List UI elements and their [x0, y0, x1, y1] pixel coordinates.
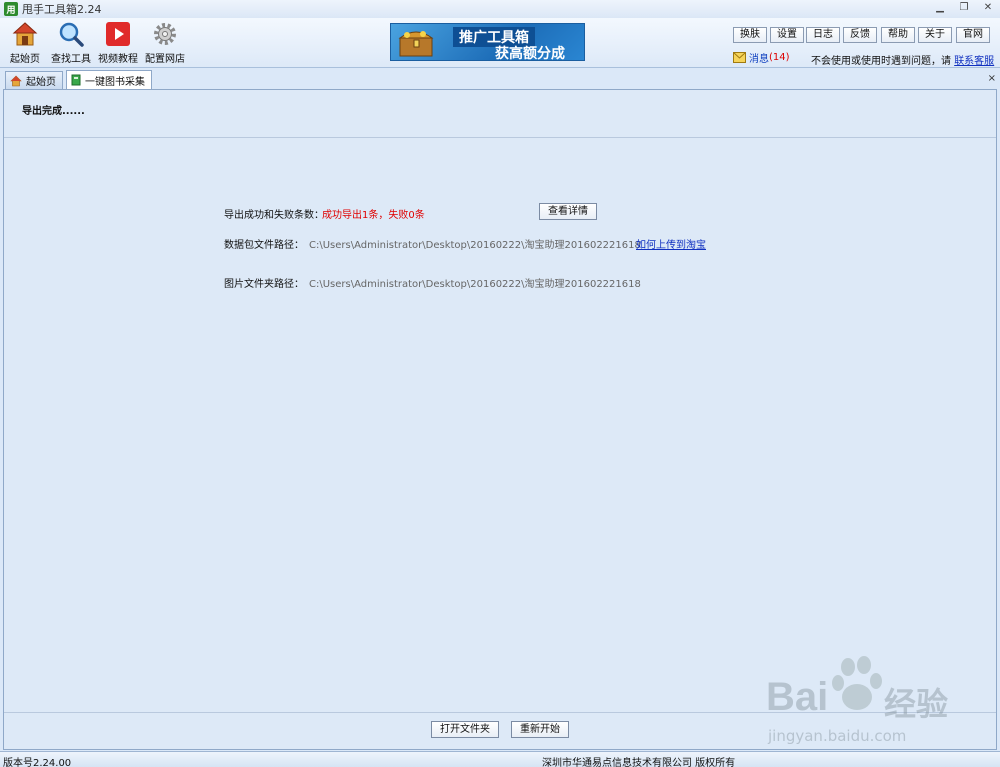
- restore-icon[interactable]: ❐: [958, 2, 970, 13]
- watermark-brand-cn: 经验: [884, 685, 949, 723]
- export-status-text: 导出完成......: [22, 106, 85, 117]
- content-panel: 导出完成...... 导出成功和失败条数： 成功导出1条，失败0条 查看详情 数…: [3, 89, 997, 750]
- tab-home[interactable]: 起始页: [5, 71, 63, 89]
- view-details-button[interactable]: 查看详情: [539, 203, 597, 220]
- find-tools-label: 查找工具: [51, 54, 91, 65]
- messages-link[interactable]: 消息 (14): [733, 50, 790, 65]
- house-icon: [12, 21, 38, 47]
- help-bar: 不会使用或使用时遇到问题，请 联系客服: [811, 52, 994, 67]
- minimize-icon[interactable]: ▁: [934, 2, 946, 13]
- baidu-watermark: Bai 经验 jingyan.baidu.com: [760, 655, 990, 750]
- messages-label: 消息: [749, 54, 769, 65]
- envelope-icon: [733, 52, 746, 63]
- window-title: 甩手工具箱2.24: [22, 3, 102, 16]
- tab-home-label: 起始页: [26, 77, 56, 88]
- config-shop-button[interactable]: 配置网店: [142, 21, 188, 65]
- upload-to-taobao-link[interactable]: 如何上传到淘宝: [636, 236, 706, 251]
- window-controls: ▁ ❐ ✕: [934, 2, 994, 13]
- play-video-icon: [105, 21, 131, 47]
- tab-bar: 起始页 一键图书采集 ×: [0, 69, 1000, 89]
- watermark-brand: Bai: [766, 675, 829, 719]
- home-button[interactable]: 起始页: [2, 21, 48, 65]
- book-icon: [71, 74, 81, 86]
- restart-button[interactable]: 重新开始: [511, 721, 569, 738]
- app-logo-icon: 用: [4, 2, 18, 16]
- open-folder-button[interactable]: 打开文件夹: [431, 721, 499, 738]
- messages-count: (14): [769, 52, 790, 63]
- skin-button[interactable]: 换肤: [733, 27, 767, 43]
- banner-line2: 获高额分成: [495, 46, 565, 62]
- about-button[interactable]: 关于: [918, 27, 952, 43]
- feedback-button[interactable]: 反馈: [843, 27, 877, 43]
- copyright-text: 深圳市华通易点信息技术有限公司 版权所有: [542, 758, 736, 767]
- package-path-label: 数据包文件路径：: [224, 240, 304, 251]
- result-value: 成功导出1条，失败0条: [322, 210, 425, 221]
- status-bar: 版本号2.24.00 深圳市华通易点信息技术有限公司 版权所有: [0, 751, 1000, 767]
- help-button[interactable]: 帮助: [881, 27, 915, 43]
- main-toolbar: 起始页 查找工具 视频教程 配置网店 推广工具箱 获高额分成 换肤 设置 日志 …: [0, 18, 1000, 68]
- close-tab-icon[interactable]: ×: [988, 73, 996, 84]
- magnifier-icon: [58, 21, 84, 47]
- find-tools-button[interactable]: 查找工具: [48, 21, 94, 65]
- gear-icon: [152, 21, 178, 47]
- promo-banner[interactable]: 推广工具箱 获高额分成: [390, 23, 585, 62]
- result-label: 导出成功和失败条数：: [224, 210, 324, 221]
- tab-book-collect[interactable]: 一键图书采集: [66, 70, 152, 89]
- tab-book-collect-label: 一键图书采集: [85, 76, 145, 88]
- settings-button[interactable]: 设置: [770, 27, 804, 43]
- config-shop-label: 配置网店: [145, 54, 185, 65]
- package-path-value: C:\Users\Administrator\Desktop\20160222\…: [309, 240, 641, 251]
- log-button[interactable]: 日志: [806, 27, 840, 43]
- official-site-button[interactable]: 官网: [956, 27, 990, 43]
- house-icon: [10, 75, 22, 86]
- video-tutorial-button[interactable]: 视频教程: [95, 21, 141, 65]
- watermark-url: jingyan.baidu.com: [768, 727, 907, 745]
- close-icon[interactable]: ✕: [982, 2, 994, 13]
- treasure-chest-icon: [398, 31, 434, 57]
- home-button-label: 起始页: [10, 54, 40, 65]
- image-folder-value: C:\Users\Administrator\Desktop\20160222\…: [309, 279, 641, 290]
- help-text: 不会使用或使用时遇到问题，请: [811, 56, 951, 67]
- title-bar: 用 甩手工具箱2.24 ▁ ❐ ✕: [0, 0, 1000, 18]
- status-header: 导出完成......: [4, 90, 996, 138]
- contact-support-link[interactable]: 联系客服: [954, 56, 994, 67]
- version-text: 版本号2.24.00: [3, 758, 72, 767]
- image-folder-label: 图片文件夹路径：: [224, 279, 304, 290]
- video-tutorial-label: 视频教程: [98, 54, 138, 65]
